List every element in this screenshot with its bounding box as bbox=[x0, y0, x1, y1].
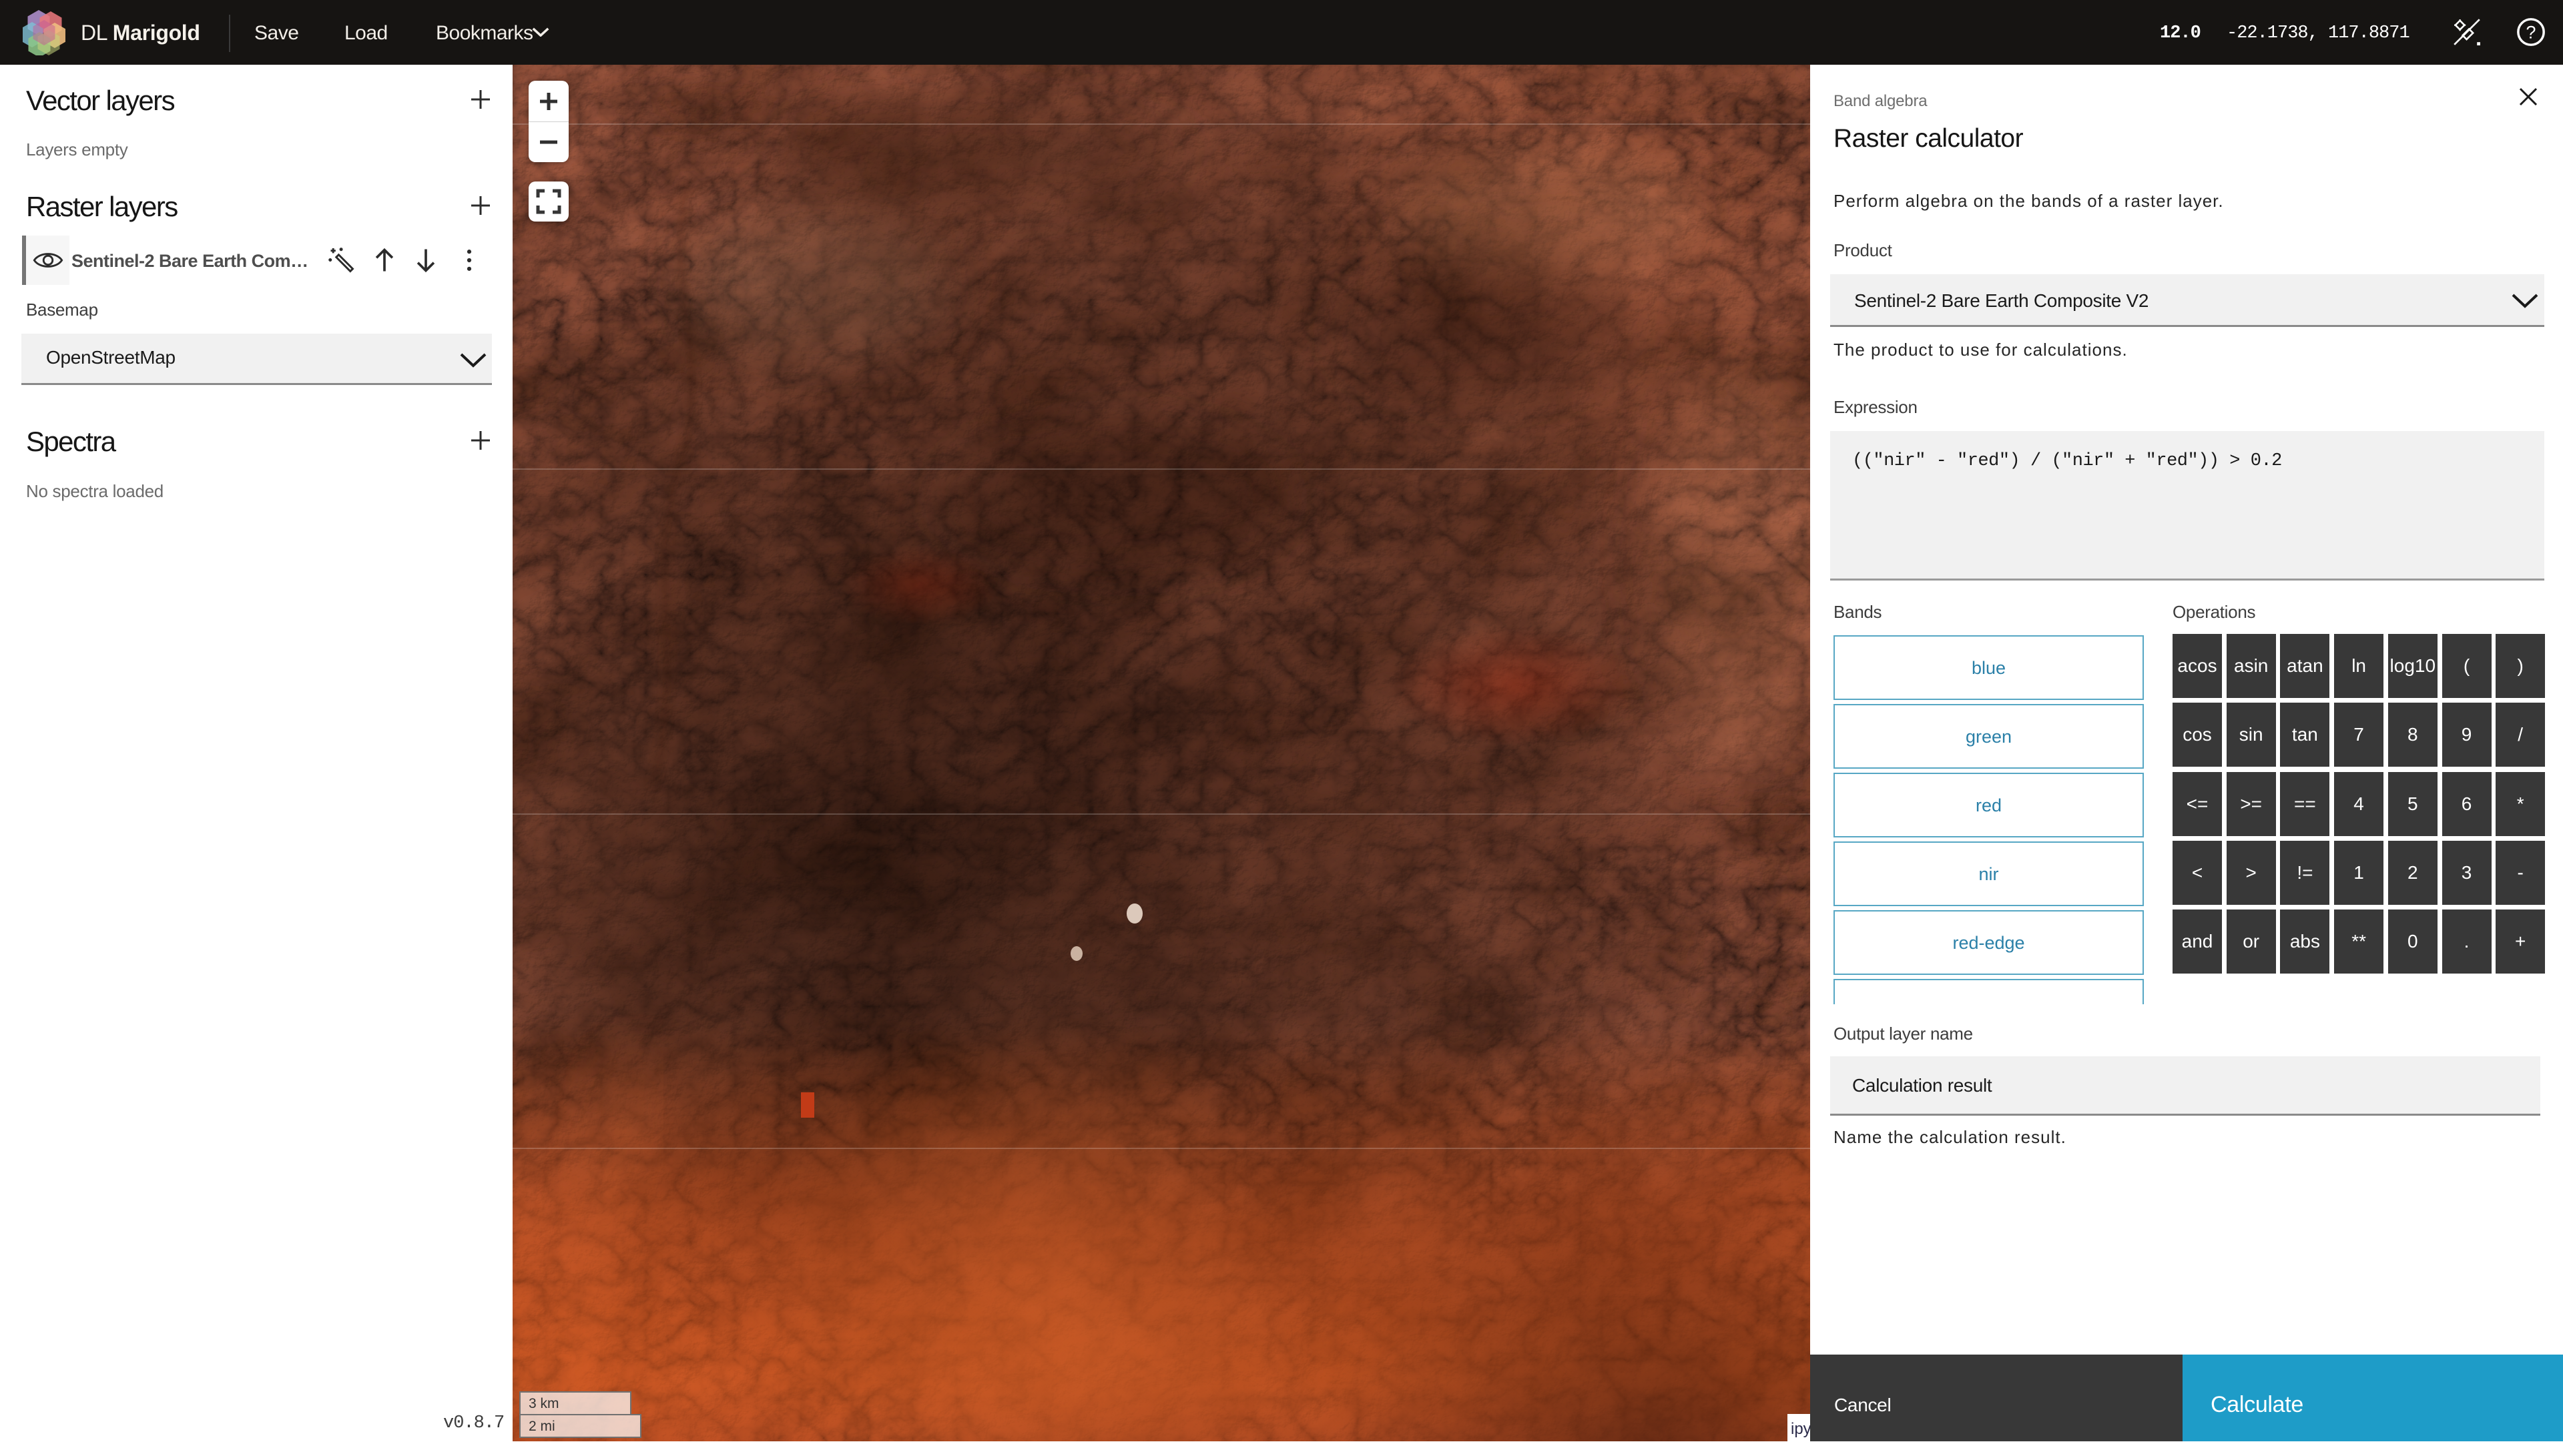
svg-text:?: ? bbox=[2526, 23, 2536, 43]
